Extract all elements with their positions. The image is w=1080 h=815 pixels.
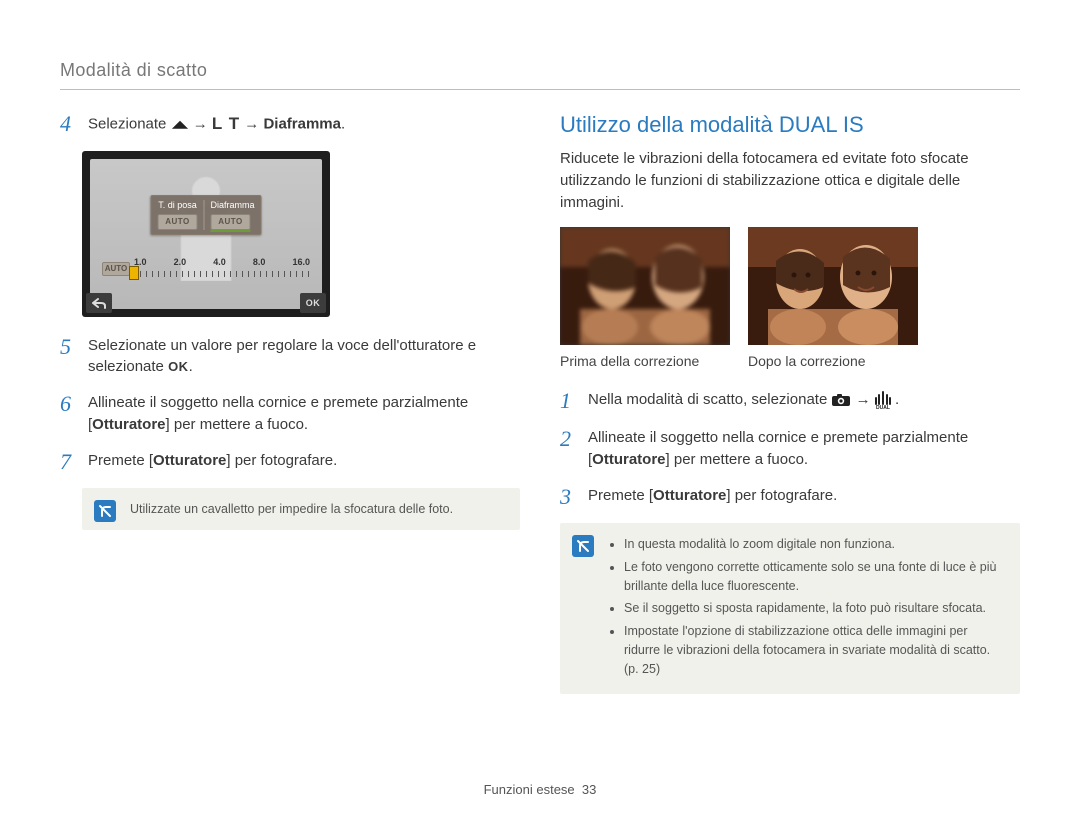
photo-before [560, 227, 730, 345]
step-number: 7 [60, 450, 78, 474]
text: ] per fotografare. [726, 487, 837, 504]
step-number: 5 [60, 335, 78, 379]
bold-text: Otturatore [153, 452, 226, 469]
left-column: 4 Selezionate → L T → Diaframma. [60, 112, 520, 694]
step-number: 6 [60, 392, 78, 436]
text: Premete [ [88, 452, 153, 469]
back-button-icon [86, 293, 112, 313]
step-text: Premete [Otturatore] per fotografare. [588, 485, 1020, 509]
section-title: Modalità di scatto [60, 60, 1020, 81]
caption-before: Prima della correzione [560, 353, 730, 369]
lt-icon: L T [212, 112, 240, 137]
scale-labels: 1.0 2.0 4.0 8.0 16.0 [134, 257, 310, 267]
text: → [856, 391, 875, 408]
panel-button: AUTO [157, 214, 197, 230]
exposure-panel: T. di posa AUTO Diaframma AUTO [150, 195, 261, 235]
scale-ruler [134, 271, 310, 277]
divider [60, 89, 1020, 90]
note-text: Utilizzate un cavalletto per impedire la… [130, 500, 506, 518]
aperture-scale-row: AUTO 1.0 2.0 4.0 8.0 16.0 [102, 257, 310, 281]
step-2: 2 Allineate il soggetto nella cornice e … [560, 427, 1020, 471]
ok-icon: OK [168, 358, 189, 377]
note-box: In questa modalità lo zoom digitale non … [560, 523, 1020, 694]
step-number: 3 [560, 485, 578, 509]
caption-after: Dopo la correzione [748, 353, 918, 369]
panel-button-active: AUTO [210, 214, 250, 230]
text: Nella modalità di scatto, selezionate [588, 391, 831, 408]
scale-tick: 4.0 [213, 257, 226, 267]
text: → [193, 115, 212, 132]
camera-lcd-figure: T. di posa AUTO Diaframma AUTO AUTO [82, 151, 520, 317]
scale-tick: 8.0 [253, 257, 266, 267]
right-column: Utilizzo della modalità DUAL IS Riducete… [560, 112, 1020, 694]
text: ] per mettere a fuoco. [666, 451, 809, 468]
note-item: Le foto vengono corrette otticamente sol… [624, 558, 1006, 596]
bold-text: Otturatore [92, 416, 165, 433]
svg-text:DUAL: DUAL [876, 405, 890, 409]
text: Selezionate [88, 115, 171, 132]
panel-aperture: Diaframma AUTO [210, 200, 254, 230]
step-text: Allineate il soggetto nella cornice e pr… [588, 427, 1020, 471]
camera-icon [831, 393, 851, 407]
ok-button-icon: OK [300, 293, 326, 313]
note-info-icon [572, 535, 594, 557]
step-number: 2 [560, 427, 578, 471]
photo-comparison [560, 227, 1020, 345]
step-5: 5 Selezionate un valore per regolare la … [60, 335, 520, 379]
text: → [244, 115, 263, 132]
panel-shutter: T. di posa AUTO [157, 200, 197, 230]
panel-label: Diaframma [210, 200, 254, 210]
camera-lcd: T. di posa AUTO Diaframma AUTO AUTO [82, 151, 330, 317]
text: . [341, 115, 345, 132]
aperture-scale: 1.0 2.0 4.0 8.0 16.0 [134, 257, 310, 281]
two-column-layout: 4 Selezionate → L T → Diaframma. [60, 112, 1020, 694]
bold-text: Otturatore [592, 451, 665, 468]
intro-text: Riducete le vibrazioni della fotocamera … [560, 148, 1020, 213]
text: . [895, 391, 899, 408]
photo-captions: Prima della correzione Dopo la correzion… [560, 353, 1020, 369]
bold-text: Diaframma [263, 115, 341, 132]
step-1: 1 Nella modalità di scatto, selezionate … [560, 389, 1020, 413]
heading-dual-is: Utilizzo della modalità DUAL IS [560, 112, 1020, 138]
note-item: Impostate l'opzione di stabilizzazione o… [624, 622, 1006, 678]
scale-tick: 2.0 [174, 257, 187, 267]
text: Premete [ [588, 487, 653, 504]
text: Selezionate un valore per regolare la vo… [88, 337, 476, 376]
step-text: Selezionate un valore per regolare la vo… [88, 335, 520, 379]
note-box: Utilizzate un cavalletto per impedire la… [82, 488, 520, 530]
footer-page: 33 [582, 782, 596, 797]
scale-auto-pill: AUTO [102, 262, 130, 276]
photo-after [748, 227, 918, 345]
note-item: Se il soggetto si sposta rapidamente, la… [624, 599, 1006, 618]
step-text: Allineate il soggetto nella cornice e pr… [88, 392, 520, 436]
step-6: 6 Allineate il soggetto nella cornice e … [60, 392, 520, 436]
scale-tick: 16.0 [292, 257, 310, 267]
note-list: In questa modalità lo zoom digitale non … [608, 535, 1006, 678]
footer-label: Funzioni estese [484, 782, 575, 797]
step-text: Selezionate → L T → Diaframma. [88, 112, 520, 137]
panel-label: T. di posa [157, 200, 197, 210]
panel-divider [203, 200, 204, 230]
lcd-background: T. di posa AUTO Diaframma AUTO AUTO [90, 159, 322, 309]
step-7: 7 Premete [Otturatore] per fotografare. [60, 450, 520, 474]
dual-is-icon: DUAL [875, 391, 891, 409]
step-number: 4 [60, 112, 78, 137]
bold-text: Otturatore [653, 487, 726, 504]
step-number: 1 [560, 389, 578, 413]
text: . [189, 358, 193, 375]
step-text: Nella modalità di scatto, selezionate → … [588, 389, 1020, 413]
menu-up-icon [171, 117, 189, 131]
text: ] per mettere a fuoco. [166, 416, 309, 433]
text: ] per fotografare. [226, 452, 337, 469]
manual-page: Modalità di scatto 4 Selezionate → L T →… [0, 0, 1080, 815]
step-3: 3 Premete [Otturatore] per fotografare. [560, 485, 1020, 509]
note-item: In questa modalità lo zoom digitale non … [624, 535, 1006, 554]
page-footer: Funzioni estese 33 [0, 782, 1080, 797]
step-4: 4 Selezionate → L T → Diaframma. [60, 112, 520, 137]
step-text: Premete [Otturatore] per fotografare. [88, 450, 520, 474]
note-info-icon [94, 500, 116, 522]
scale-marker [129, 266, 139, 280]
